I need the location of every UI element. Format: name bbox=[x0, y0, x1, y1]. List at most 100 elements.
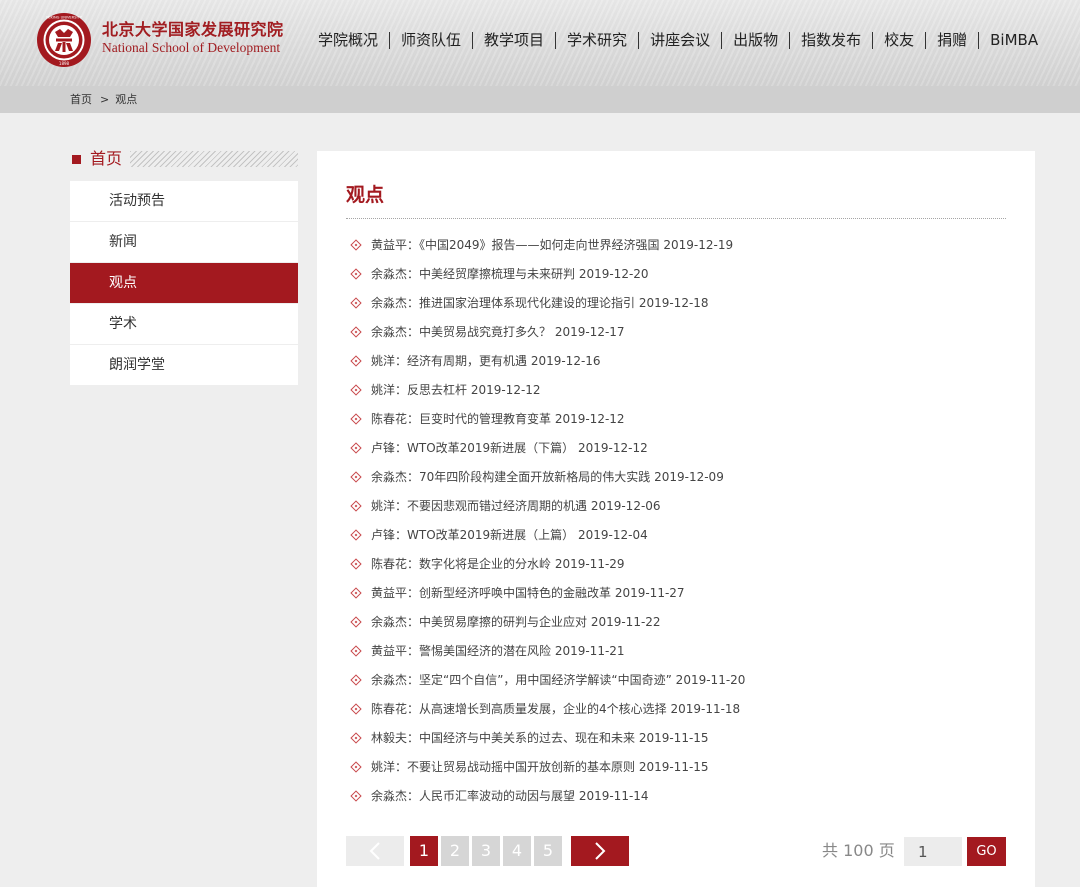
article-list-item[interactable]: 余淼杰：坚定“四个自信”，用中国经济学解读“中国奇迹” 2019-11-20 bbox=[346, 665, 1006, 694]
article-title-link[interactable]: 姚洋：不要因悲观而错过经济周期的机遇 2019-12-06 bbox=[371, 497, 661, 514]
diamond-bullet-icon bbox=[350, 412, 362, 425]
article-title-link[interactable]: 黄益平：《中国2049》报告——如何走向世界经济强国 2019-12-19 bbox=[371, 236, 733, 253]
article-list-item[interactable]: 余淼杰：中美贸易战究竟打多久？ 2019-12-17 bbox=[346, 317, 1006, 346]
pagination: 1 2 3 4 5 bbox=[346, 836, 629, 866]
article-title-link[interactable]: 陈春花：数字化将是企业的分水岭 2019-11-29 bbox=[371, 555, 625, 572]
article-title-link[interactable]: 卢锋：WTO改革2019新进展（下篇） 2019-12-12 bbox=[371, 439, 648, 456]
article-title-link[interactable]: 林毅夫：中国经济与中美关系的过去、现在和未来 2019-11-15 bbox=[371, 729, 709, 746]
brand-name-cn: 北京大学国家发展研究院 bbox=[102, 20, 284, 39]
sidebar-item-viewpoints[interactable]: 观点 bbox=[70, 263, 298, 303]
article-list-item[interactable]: 黄益平：创新型经济呼唤中国特色的金融改革 2019-11-27 bbox=[346, 578, 1006, 607]
page-number-1[interactable]: 1 bbox=[410, 836, 438, 866]
article-title-link[interactable]: 余淼杰：推进国家治理体系现代化建设的理论指引 2019-12-18 bbox=[371, 294, 709, 311]
diamond-bullet-icon bbox=[350, 238, 362, 251]
nav-item-bimba[interactable]: BiMBA bbox=[990, 29, 1038, 51]
diamond-bullet-icon bbox=[350, 673, 362, 686]
sidebar-menu: 活动预告 新闻 观点 学术 朗润学堂 bbox=[70, 181, 298, 386]
diamond-bullet-icon bbox=[350, 354, 362, 367]
sidebar-item-news[interactable]: 新闻 bbox=[70, 222, 298, 262]
article-title-link[interactable]: 余淼杰：中美贸易战究竟打多久？ 2019-12-17 bbox=[371, 323, 625, 340]
prev-page-button[interactable] bbox=[346, 836, 404, 866]
article-title-link[interactable]: 陈春花：巨变时代的管理教育变革 2019-12-12 bbox=[371, 410, 625, 427]
article-title-link[interactable]: 余淼杰：中美经贸摩擦梳理与未来研判 2019-12-20 bbox=[371, 265, 649, 282]
nav-item-research[interactable]: 学术研究 bbox=[567, 29, 627, 51]
nav-item-alumni[interactable]: 校友 bbox=[884, 29, 914, 51]
nav-item-publications[interactable]: 出版物 bbox=[733, 29, 778, 51]
chevron-left-icon bbox=[369, 842, 380, 860]
article-title-link[interactable]: 余淼杰：坚定“四个自信”，用中国经济学解读“中国奇迹” 2019-11-20 bbox=[371, 671, 745, 688]
content-panel: 观点 黄益平：《中国2049》报告——如何走向世界经济强国 2019-12-19… bbox=[317, 151, 1035, 887]
diamond-bullet-icon bbox=[350, 731, 362, 744]
article-title-link[interactable]: 黄益平：创新型经济呼唤中国特色的金融改革 2019-11-27 bbox=[371, 584, 685, 601]
page-number-4[interactable]: 4 bbox=[503, 836, 531, 866]
nav-item-about[interactable]: 学院概况 bbox=[318, 29, 378, 51]
article-title-link[interactable]: 黄益平：警惕美国经济的潜在风险 2019-11-21 bbox=[371, 642, 625, 659]
university-seal-logo-icon[interactable]: PEKING UNIVERSITY 1898 bbox=[36, 12, 92, 68]
breadcrumb-bar: 首页 > 观点 bbox=[0, 86, 1080, 113]
article-list-item[interactable]: 黄益平：警惕美国经济的潜在风险 2019-11-21 bbox=[346, 636, 1006, 665]
diamond-bullet-icon bbox=[350, 557, 362, 570]
sidebar-item-events[interactable]: 活动预告 bbox=[70, 181, 298, 221]
page-jump-input[interactable] bbox=[904, 837, 962, 866]
article-title-link[interactable]: 姚洋：不要让贸易战动摇中国开放创新的基本原则 2019-11-15 bbox=[371, 758, 709, 775]
article-list-item[interactable]: 姚洋：不要让贸易战动摇中国开放创新的基本原则 2019-11-15 bbox=[346, 752, 1006, 781]
article-title-link[interactable]: 余淼杰：人民币汇率波动的动因与展望 2019-11-14 bbox=[371, 787, 649, 804]
page-number-2[interactable]: 2 bbox=[441, 836, 469, 866]
diamond-bullet-icon bbox=[350, 470, 362, 483]
chevron-right-icon bbox=[595, 842, 606, 860]
diamond-bullet-icon bbox=[350, 296, 362, 309]
diamond-bullet-icon bbox=[350, 615, 362, 628]
main-nav: 学院概况 师资队伍 教学项目 学术研究 讲座会议 出版物 指数发布 校友 捐赠 … bbox=[318, 29, 1038, 51]
article-title-link[interactable]: 余淼杰：70年四阶段构建全面开放新格局的伟大实践 2019-12-09 bbox=[371, 468, 724, 485]
article-list-item[interactable]: 余淼杰：中美经贸摩擦梳理与未来研判 2019-12-20 bbox=[346, 259, 1006, 288]
nav-divider bbox=[872, 31, 874, 49]
sidebar-item-langrun-forum[interactable]: 朗润学堂 bbox=[70, 345, 298, 385]
nav-item-donate[interactable]: 捐赠 bbox=[937, 29, 967, 51]
article-title-link[interactable]: 余淼杰：中美贸易摩擦的研判与企业应对 2019-11-22 bbox=[371, 613, 661, 630]
site-header: PEKING UNIVERSITY 1898 北京大学国家发展研究院 Natio… bbox=[0, 0, 1080, 86]
page-number-5[interactable]: 5 bbox=[534, 836, 562, 866]
article-list-item[interactable]: 黄益平：《中国2049》报告——如何走向世界经济强国 2019-12-19 bbox=[346, 230, 1006, 259]
nav-divider bbox=[925, 31, 927, 49]
article-title-link[interactable]: 陈春花：从高速增长到高质量发展，企业的4个核心选择 2019-11-18 bbox=[371, 700, 740, 717]
breadcrumb: 首页 > 观点 bbox=[70, 92, 137, 107]
nav-divider bbox=[472, 31, 474, 49]
nav-divider bbox=[638, 31, 640, 49]
article-list-item[interactable]: 姚洋：不要因悲观而错过经济周期的机遇 2019-12-06 bbox=[346, 491, 1006, 520]
logo-text-top: PEKING UNIVERSITY bbox=[46, 16, 83, 20]
article-list-item[interactable]: 余淼杰：中美贸易摩擦的研判与企业应对 2019-11-22 bbox=[346, 607, 1006, 636]
article-list-item[interactable]: 姚洋：反思去杠杆 2019-12-12 bbox=[346, 375, 1006, 404]
page-number-3[interactable]: 3 bbox=[472, 836, 500, 866]
diamond-bullet-icon bbox=[350, 644, 362, 657]
next-page-button[interactable] bbox=[571, 836, 629, 866]
diamond-bullet-icon bbox=[350, 267, 362, 280]
article-list-item[interactable]: 陈春花：从高速增长到高质量发展，企业的4个核心选择 2019-11-18 bbox=[346, 694, 1006, 723]
sidebar-item-academic[interactable]: 学术 bbox=[70, 304, 298, 344]
article-list-item[interactable]: 陈春花：数字化将是企业的分水岭 2019-11-29 bbox=[346, 549, 1006, 578]
go-button[interactable]: GO bbox=[967, 837, 1006, 866]
nav-item-lectures[interactable]: 讲座会议 bbox=[650, 29, 710, 51]
brand[interactable]: 北京大学国家发展研究院 National School of Developme… bbox=[102, 20, 284, 56]
article-list-item[interactable]: 卢锋：WTO改革2019新进展（上篇） 2019-12-04 bbox=[346, 520, 1006, 549]
article-list-item[interactable]: 陈春花：巨变时代的管理教育变革 2019-12-12 bbox=[346, 404, 1006, 433]
diamond-bullet-icon bbox=[350, 499, 362, 512]
article-title-link[interactable]: 姚洋：反思去杠杆 2019-12-12 bbox=[371, 381, 541, 398]
article-list-item[interactable]: 林毅夫：中国经济与中美关系的过去、现在和未来 2019-11-15 bbox=[346, 723, 1006, 752]
article-list-item[interactable]: 余淼杰：人民币汇率波动的动因与展望 2019-11-14 bbox=[346, 781, 1006, 810]
article-title-link[interactable]: 卢锋：WTO改革2019新进展（上篇） 2019-12-04 bbox=[371, 526, 648, 543]
article-title-link[interactable]: 姚洋：经济有周期，更有机遇 2019-12-16 bbox=[371, 352, 601, 369]
sidebar-title: 首页 bbox=[70, 148, 298, 170]
article-list-item[interactable]: 卢锋：WTO改革2019新进展（下篇） 2019-12-12 bbox=[346, 433, 1006, 462]
brand-name-en: National School of Development bbox=[102, 40, 281, 55]
article-list-item[interactable]: 余淼杰：70年四阶段构建全面开放新格局的伟大实践 2019-12-09 bbox=[346, 462, 1006, 491]
nav-item-indices[interactable]: 指数发布 bbox=[801, 29, 861, 51]
article-list-item[interactable]: 余淼杰：推进国家治理体系现代化建设的理论指引 2019-12-18 bbox=[346, 288, 1006, 317]
nav-item-faculty[interactable]: 师资队伍 bbox=[401, 29, 461, 51]
nav-item-programs[interactable]: 教学项目 bbox=[484, 29, 544, 51]
article-list-item[interactable]: 姚洋：经济有周期，更有机遇 2019-12-16 bbox=[346, 346, 1006, 375]
page-title: 观点 bbox=[346, 184, 385, 206]
diamond-bullet-icon bbox=[350, 702, 362, 715]
sidebar-title-text[interactable]: 首页 bbox=[90, 148, 122, 170]
diamond-bullet-icon bbox=[350, 325, 362, 338]
breadcrumb-home-link[interactable]: 首页 bbox=[70, 93, 92, 106]
